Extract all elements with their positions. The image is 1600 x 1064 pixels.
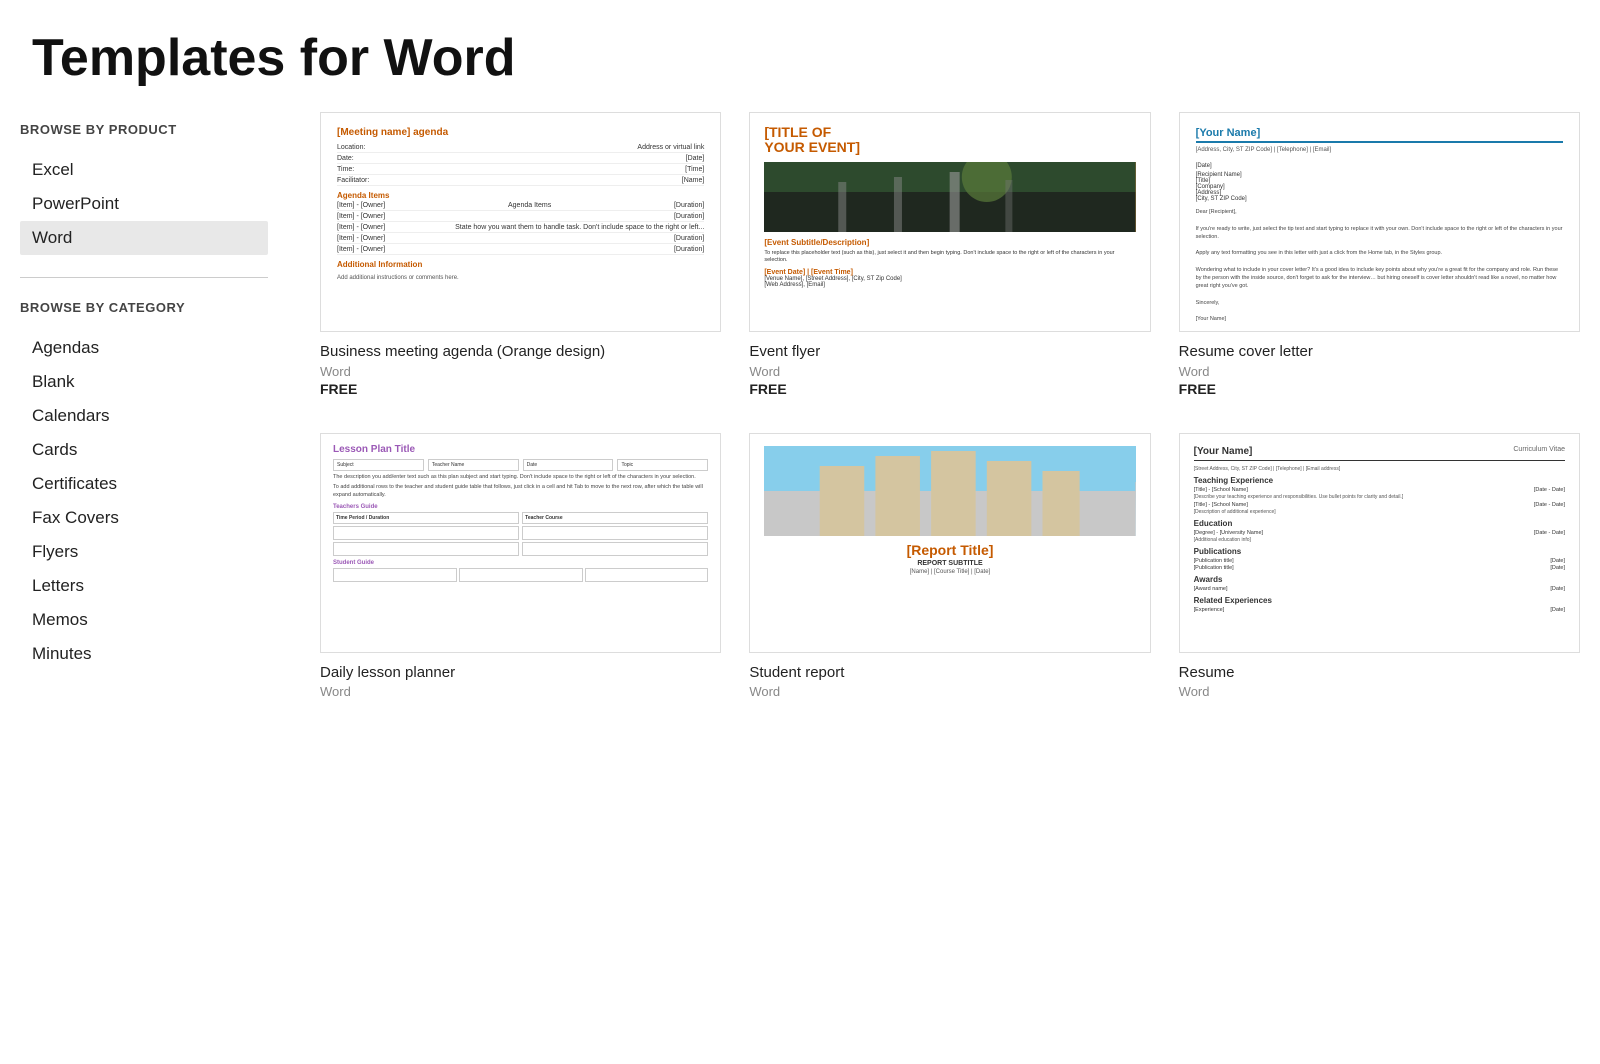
template-product-lesson: Word: [320, 684, 721, 699]
template-thumbnail-report[interactable]: [Report Title] REPORT SUBTITLE [Name] | …: [749, 433, 1150, 653]
sidebar-item-minutes[interactable]: Minutes: [20, 637, 268, 671]
sidebar-item-excel[interactable]: Excel: [20, 153, 268, 187]
template-product-resume: Word: [1179, 684, 1580, 699]
template-product-cover-letter: Word: [1179, 364, 1580, 379]
template-title-agenda: Business meeting agenda (Orange design): [320, 342, 721, 362]
sidebar-item-word[interactable]: Word: [20, 221, 268, 255]
sidebar-item-memos[interactable]: Memos: [20, 603, 268, 637]
template-title-resume: Resume: [1179, 663, 1580, 683]
template-thumbnail-resume[interactable]: [Your Name] Curriculum Vitae [Street Add…: [1179, 433, 1580, 653]
template-preview-agenda: [Meeting name] agenda Location:Address o…: [321, 113, 720, 331]
template-card-event[interactable]: [TITLE OFYOUR EVENT]: [749, 112, 1150, 397]
browse-by-product-heading: BROWSE BY PRODUCT: [20, 122, 268, 139]
template-preview-resume: [Your Name] Curriculum Vitae [Street Add…: [1180, 434, 1579, 652]
sidebar-item-calendars[interactable]: Calendars: [20, 399, 268, 433]
sidebar-divider: [20, 277, 268, 278]
template-price-event: FREE: [749, 381, 1150, 397]
templates-grid: [Meeting name] agenda Location:Address o…: [320, 112, 1580, 701]
template-title-report: Student report: [749, 663, 1150, 683]
template-thumbnail-lesson[interactable]: Lesson Plan Title Subject Teacher Name D…: [320, 433, 721, 653]
template-title-lesson: Daily lesson planner: [320, 663, 721, 683]
template-card-report[interactable]: [Report Title] REPORT SUBTITLE [Name] | …: [749, 433, 1150, 702]
template-price-agenda: FREE: [320, 381, 721, 397]
sidebar: BROWSE BY PRODUCT Excel PowerPoint Word …: [0, 112, 300, 701]
page-title: Templates for Word: [0, 0, 1600, 112]
template-card-agenda[interactable]: [Meeting name] agenda Location:Address o…: [320, 112, 721, 397]
sidebar-item-agendas[interactable]: Agendas: [20, 331, 268, 365]
template-product-agenda: Word: [320, 364, 721, 379]
template-product-report: Word: [749, 684, 1150, 699]
template-thumbnail-cover-letter[interactable]: [Your Name] [Address, City, ST ZIP Code]…: [1179, 112, 1580, 332]
browse-by-category-heading: BROWSE BY CATEGORY: [20, 300, 268, 317]
template-card-lesson[interactable]: Lesson Plan Title Subject Teacher Name D…: [320, 433, 721, 702]
sidebar-item-blank[interactable]: Blank: [20, 365, 268, 399]
template-title-event: Event flyer: [749, 342, 1150, 362]
main-content: [Meeting name] agenda Location:Address o…: [300, 112, 1600, 701]
template-preview-event: [TITLE OFYOUR EVENT]: [750, 113, 1149, 331]
sidebar-item-certificates[interactable]: Certificates: [20, 467, 268, 501]
template-preview-cover-letter: [Your Name] [Address, City, ST ZIP Code]…: [1180, 113, 1579, 331]
template-price-cover-letter: FREE: [1179, 381, 1580, 397]
template-thumbnail-agenda[interactable]: [Meeting name] agenda Location:Address o…: [320, 112, 721, 332]
sidebar-item-cards[interactable]: Cards: [20, 433, 268, 467]
template-card-resume[interactable]: [Your Name] Curriculum Vitae [Street Add…: [1179, 433, 1580, 702]
template-card-cover-letter[interactable]: [Your Name] [Address, City, ST ZIP Code]…: [1179, 112, 1580, 397]
template-title-cover-letter: Resume cover letter: [1179, 342, 1580, 362]
sidebar-item-letters[interactable]: Letters: [20, 569, 268, 603]
main-layout: BROWSE BY PRODUCT Excel PowerPoint Word …: [0, 112, 1600, 741]
template-thumbnail-event[interactable]: [TITLE OFYOUR EVENT]: [749, 112, 1150, 332]
template-product-event: Word: [749, 364, 1150, 379]
template-preview-lesson: Lesson Plan Title Subject Teacher Name D…: [321, 434, 720, 652]
sidebar-item-powerpoint[interactable]: PowerPoint: [20, 187, 268, 221]
sidebar-item-fax-covers[interactable]: Fax Covers: [20, 501, 268, 535]
sidebar-item-flyers[interactable]: Flyers: [20, 535, 268, 569]
template-preview-report: [Report Title] REPORT SUBTITLE [Name] | …: [750, 434, 1149, 652]
